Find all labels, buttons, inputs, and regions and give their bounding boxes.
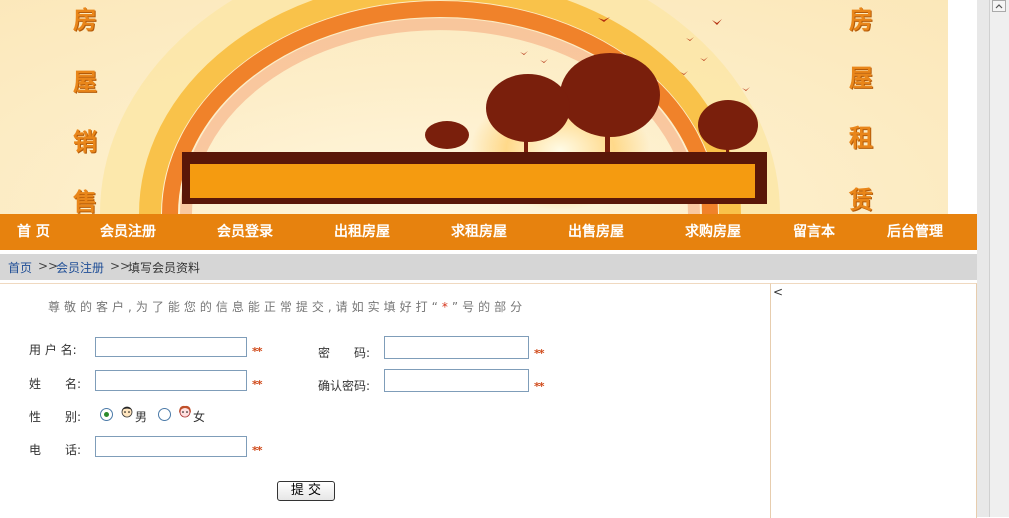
main-nav: 首 页 会员注册 会员登录 出租房屋 求租房屋 出售房屋 求购房屋 留言本 后台… (0, 214, 977, 250)
nav-buy-wanted[interactable]: 求购房屋 (685, 214, 741, 250)
scroll-up-button[interactable] (992, 0, 1006, 12)
password-required: ** (534, 347, 544, 360)
right-slogan-char: 房 (849, 5, 873, 34)
page-scroll-track (977, 0, 989, 517)
breadcrumb-register[interactable]: 会员注册 (56, 259, 104, 276)
password-input[interactable] (384, 336, 529, 359)
nav-register[interactable]: 会员注册 (100, 214, 156, 250)
breadcrumb: 首页 >> 会员注册 >> 填写会员资料 (0, 254, 977, 280)
header-banner: 房 屋 销 售 房 屋 租 赁 (0, 0, 977, 214)
gender-label: 性 别: (29, 410, 82, 424)
breadcrumb-home[interactable]: 首页 (8, 259, 32, 276)
nav-home[interactable]: 首 页 (17, 214, 50, 250)
right-panel: < (770, 283, 977, 518)
username-required: ** (252, 345, 262, 358)
phone-required: ** (252, 444, 262, 457)
realname-required: ** (252, 378, 262, 391)
left-slogan-char: 屋 (73, 67, 97, 96)
right-slogan-char: 租 (849, 123, 873, 152)
right-slogan-char: 赁 (849, 185, 873, 214)
gender-female-radio[interactable] (158, 408, 171, 421)
chevron-up-icon (995, 4, 1003, 9)
confirm-password-label: 确认密码: (318, 379, 371, 393)
username-input[interactable] (95, 337, 247, 357)
gender-female-label: 女 (193, 410, 206, 424)
phone-label: 电 话: (29, 443, 82, 457)
left-slogan-char: 销 (73, 127, 97, 156)
submit-button[interactable]: 提 交 (277, 481, 335, 501)
banner-edge (948, 0, 977, 214)
password-label: 密 码: (318, 346, 371, 360)
nav-guestbook[interactable]: 留言本 (793, 214, 835, 250)
right-slogan-char: 屋 (849, 63, 873, 92)
confirm-password-input[interactable] (384, 369, 529, 392)
nav-rent-out[interactable]: 出租房屋 (334, 214, 390, 250)
banner-illustration (100, 0, 780, 214)
male-face-icon (121, 406, 133, 418)
nav-sell[interactable]: 出售房屋 (568, 214, 624, 250)
username-label: 用 户 名: (29, 343, 77, 357)
left-slogan-char: 房 (73, 5, 97, 34)
phone-input[interactable] (95, 436, 247, 457)
notice-star: * (441, 300, 452, 314)
realname-label: 姓 名: (29, 377, 82, 391)
confirm-password-required: ** (534, 380, 544, 393)
nav-admin[interactable]: 后台管理 (887, 214, 943, 250)
realname-input[interactable] (95, 370, 247, 391)
form-notice: 尊敬的客户,为了能您的信息能正常提交,请如实填好打“*”号的部分 (48, 300, 527, 314)
nav-login[interactable]: 会员登录 (217, 214, 273, 250)
collapse-arrow-icon[interactable]: < (773, 285, 783, 299)
gender-male-label: 男 (135, 410, 148, 424)
female-face-icon (179, 405, 191, 418)
registration-form: 尊敬的客户,为了能您的信息能正常提交,请如实填好打“*”号的部分 用 户 名: … (0, 283, 770, 518)
breadcrumb-current: 填写会员资料 (128, 261, 201, 275)
window-scrollbar[interactable] (989, 0, 1009, 517)
nav-rent-wanted[interactable]: 求租房屋 (451, 214, 507, 250)
left-slogan-char: 售 (73, 187, 97, 214)
gender-male-radio[interactable] (100, 408, 113, 421)
